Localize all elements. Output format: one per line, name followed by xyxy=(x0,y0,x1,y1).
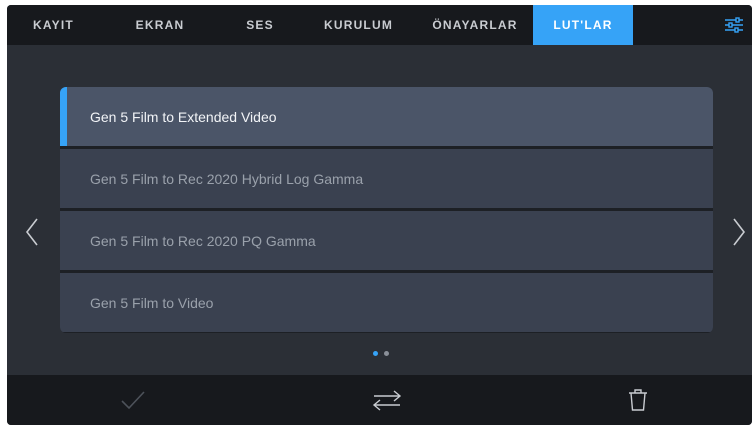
page-dot-2[interactable] xyxy=(384,351,389,356)
lut-item-label: Gen 5 Film to Rec 2020 Hybrid Log Gamma xyxy=(90,170,364,187)
lut-item-label: Gen 5 Film to Rec 2020 PQ Gamma xyxy=(90,232,316,249)
page-indicator xyxy=(373,351,389,356)
chevron-left-icon xyxy=(25,218,38,246)
tab-kurulum[interactable]: KURULUM xyxy=(300,5,417,45)
tab-settings[interactable] xyxy=(716,5,752,45)
tab-lutlar[interactable]: LUT'LAR xyxy=(533,5,633,45)
tab-ekran[interactable]: EKRAN xyxy=(100,5,220,45)
lut-item-rec2020-hlg[interactable]: Gen 5 Film to Rec 2020 Hybrid Log Gamma xyxy=(60,149,713,208)
delete-button[interactable] xyxy=(608,375,668,425)
lut-item-rec2020-pq[interactable]: Gen 5 Film to Rec 2020 PQ Gamma xyxy=(60,211,713,270)
trash-icon xyxy=(629,389,647,411)
lut-list: Gen 5 Film to Extended Video Gen 5 Film … xyxy=(60,87,713,333)
tab-onayarlar[interactable]: ÖNAYARLAR xyxy=(417,5,533,45)
tab-kayit[interactable]: KAYIT xyxy=(7,5,100,45)
checkmark-icon xyxy=(121,391,145,410)
sliders-icon xyxy=(725,17,743,33)
lut-item-extended-video[interactable]: Gen 5 Film to Extended Video xyxy=(60,87,713,146)
camera-screen: KAYIT EKRAN SES KURULUM ÖNAYARLAR LUT'LA… xyxy=(7,5,752,425)
selection-marker xyxy=(60,87,67,146)
lut-item-video[interactable]: Gen 5 Film to Video xyxy=(60,273,713,332)
tab-bar: KAYIT EKRAN SES KURULUM ÖNAYARLAR LUT'LA… xyxy=(7,5,752,45)
lut-item-label: Gen 5 Film to Video xyxy=(90,294,214,311)
swap-button[interactable] xyxy=(357,375,417,425)
page-dot-1[interactable] xyxy=(373,351,378,356)
next-page-button[interactable] xyxy=(729,215,749,249)
confirm-button[interactable] xyxy=(103,375,163,425)
bottom-toolbar xyxy=(7,375,752,425)
swap-arrows-icon xyxy=(372,390,402,411)
chevron-right-icon xyxy=(733,218,746,246)
tab-spacer xyxy=(633,5,716,45)
lut-item-label: Gen 5 Film to Extended Video xyxy=(90,108,277,125)
tab-ses[interactable]: SES xyxy=(220,5,300,45)
previous-page-button[interactable] xyxy=(22,215,42,249)
